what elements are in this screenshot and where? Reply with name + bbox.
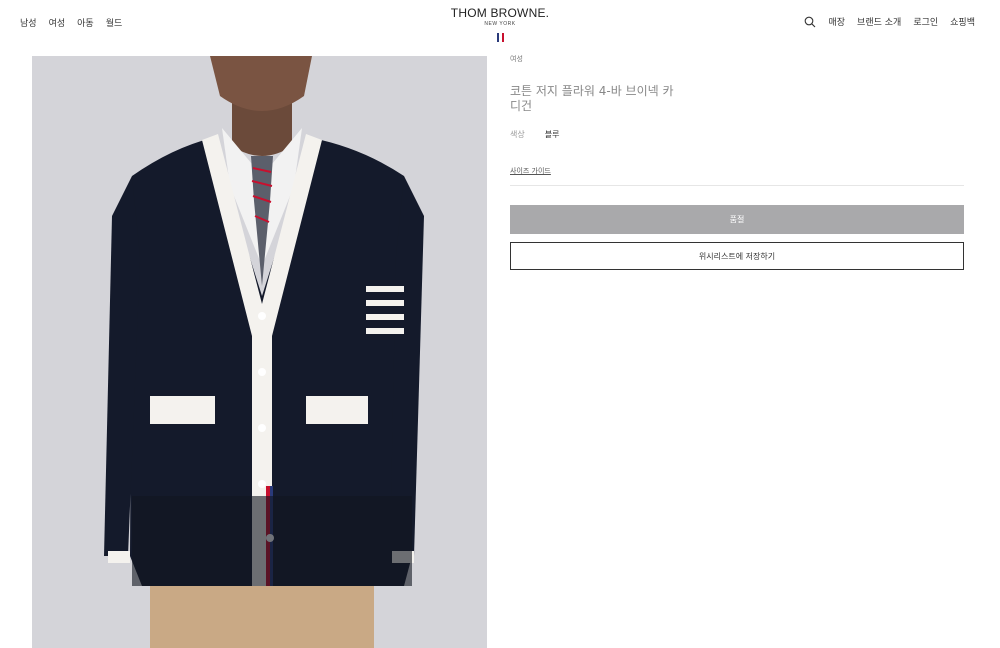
site-header: 남성 여성 아동 월드 THOM BROWNE. NEW YORK 매장 브랜드… — [0, 0, 1000, 50]
nav-about[interactable]: 브랜드 소개 — [857, 15, 901, 28]
color-value: 블루 — [544, 130, 560, 139]
search-icon[interactable] — [804, 16, 816, 28]
product-title: 코튼 저지 플라워 4-바 브이넥 카디건 — [510, 84, 674, 113]
nav-login[interactable]: 로그인 — [913, 15, 938, 28]
nav-stores[interactable]: 매장 — [828, 15, 845, 28]
cardigan-illustration — [32, 56, 487, 648]
product-info: 여성 코튼 저지 플라워 4-바 브이넥 카디건 색상 블루 사이즈 가이드 품… — [510, 54, 964, 270]
product-image[interactable] — [32, 56, 487, 648]
sold-out-button: 품절 — [510, 205, 964, 234]
add-to-wishlist-button[interactable]: 위시리스트에 저장하기 — [510, 242, 964, 270]
nav-shopping-bag[interactable]: 쇼핑백 — [950, 15, 975, 28]
utility-nav: 매장 브랜드 소개 로그인 쇼핑백 — [804, 15, 975, 28]
divider — [510, 185, 964, 186]
color-row: 색상 블루 — [510, 129, 964, 140]
product-category[interactable]: 여성 — [510, 54, 964, 64]
flag-icon — [496, 33, 504, 42]
size-guide-link[interactable]: 사이즈 가이드 — [510, 166, 964, 176]
color-label: 색상 — [510, 130, 525, 139]
